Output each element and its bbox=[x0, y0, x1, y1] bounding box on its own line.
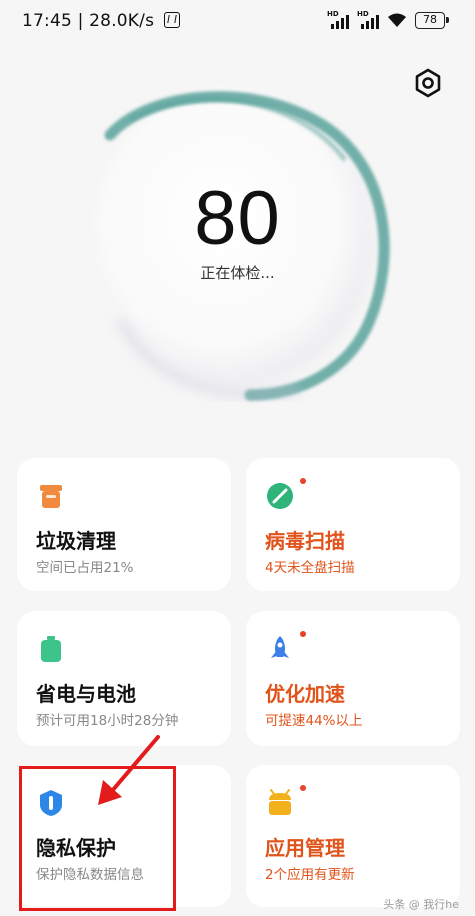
highlight-box bbox=[19, 766, 176, 911]
card-subtitle: 可提速44%以上 bbox=[265, 713, 363, 729]
rocket-icon bbox=[271, 636, 289, 658]
card-title: 优化加速 bbox=[265, 682, 345, 706]
nfc-icon bbox=[163, 12, 180, 28]
alert-dot bbox=[300, 478, 306, 484]
card-subtitle: 空间已占用21% bbox=[36, 560, 134, 576]
signal-icon: HD bbox=[357, 10, 379, 29]
wifi-icon bbox=[388, 13, 406, 27]
card-title: 病毒扫描 bbox=[265, 529, 345, 553]
card-title: 应用管理 bbox=[265, 836, 345, 860]
app-manager-icon bbox=[269, 789, 291, 815]
health-score: 80 bbox=[194, 176, 281, 261]
alert-dot bbox=[300, 785, 306, 791]
network-speed: 28.0K/s bbox=[89, 11, 155, 31]
battery-icon: 78 bbox=[415, 11, 449, 29]
battery-card[interactable]: 省电与电池 预计可用18小时28分钟 bbox=[17, 611, 231, 746]
signal-icon: HD bbox=[327, 10, 349, 29]
status-right: HD HD 78 bbox=[327, 10, 449, 29]
card-subtitle: 2个应用有更新 bbox=[265, 867, 355, 883]
card-subtitle: 4天未全盘扫描 bbox=[265, 560, 355, 576]
shield-scan-icon bbox=[267, 483, 293, 509]
clock: 17:45 bbox=[22, 11, 72, 31]
alert-dot bbox=[300, 631, 306, 637]
status-left: 17:45 | 28.0K/s bbox=[22, 11, 180, 31]
trash-icon bbox=[40, 485, 62, 508]
app-manager-card[interactable]: 应用管理 2个应用有更新 bbox=[246, 765, 460, 907]
battery-level: 78 bbox=[423, 12, 437, 26]
battery-icon bbox=[41, 636, 61, 662]
card-title: 垃圾清理 bbox=[36, 529, 116, 553]
watermark: 头条 @ 我行he bbox=[383, 898, 459, 911]
optimize-card[interactable]: 优化加速 可提速44%以上 bbox=[246, 611, 460, 746]
junk-clean-card[interactable]: 垃圾清理 空间已占用21% bbox=[17, 458, 231, 591]
card-title: 省电与电池 bbox=[36, 682, 136, 706]
scan-status: 正在体检... bbox=[200, 264, 275, 282]
virus-scan-card[interactable]: 病毒扫描 4天未全盘扫描 bbox=[246, 458, 460, 591]
card-subtitle: 预计可用18小时28分钟 bbox=[36, 713, 179, 729]
status-bar: 17:45 | 28.0K/s HD HD 78 bbox=[0, 0, 475, 44]
